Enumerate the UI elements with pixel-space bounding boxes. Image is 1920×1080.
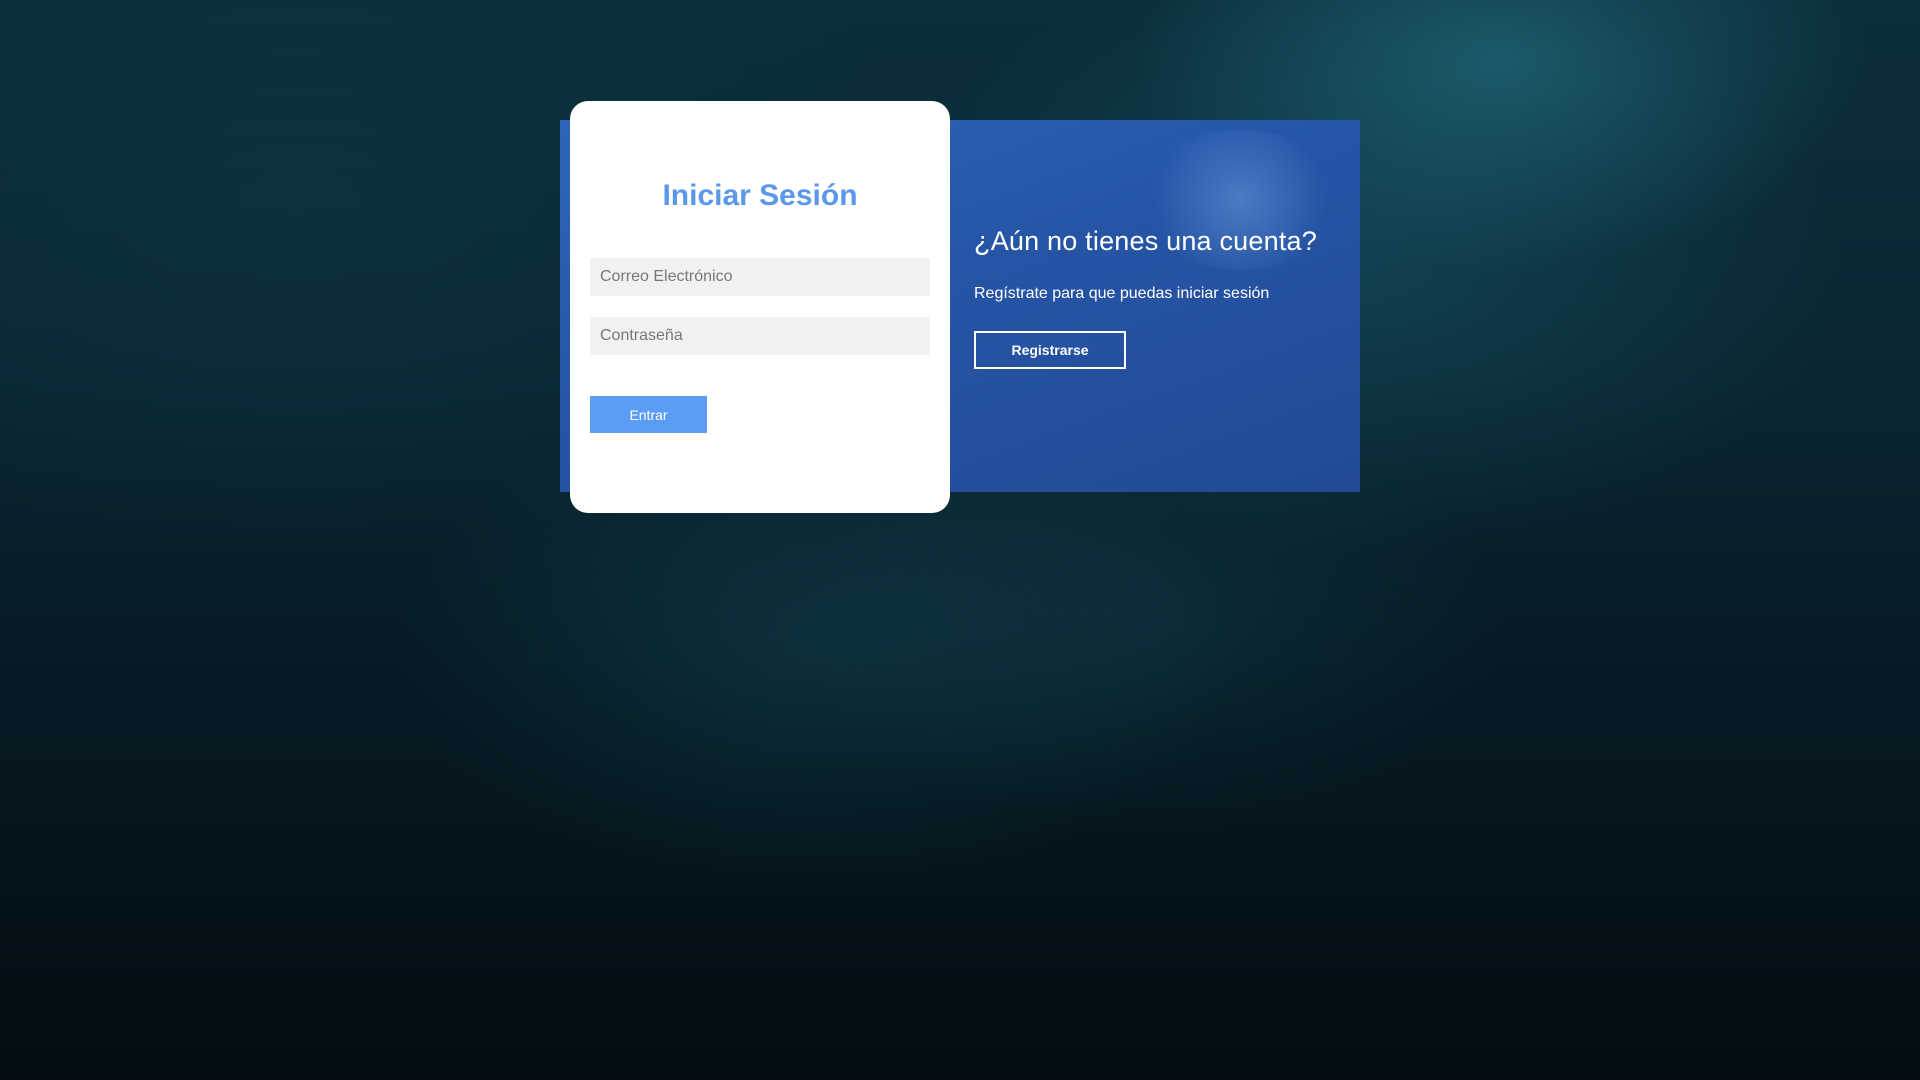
password-field[interactable] — [590, 317, 930, 355]
email-field[interactable] — [590, 258, 930, 296]
register-button[interactable]: Registrarse — [974, 331, 1126, 369]
submit-button[interactable]: Entrar — [590, 396, 707, 433]
register-text: Regístrate para que puedas iniciar sesió… — [974, 285, 1270, 302]
register-section: ¿Aún no tienes una cuenta? Regístrate pa… — [974, 226, 1334, 369]
register-title: ¿Aún no tienes una cuenta? — [974, 226, 1317, 256]
login-card: Iniciar Sesión Entrar — [570, 101, 950, 513]
login-title: Iniciar Sesión — [662, 179, 858, 212]
login-page: { "login": { "title": "Iniciar Sesión", … — [0, 0, 1920, 1080]
